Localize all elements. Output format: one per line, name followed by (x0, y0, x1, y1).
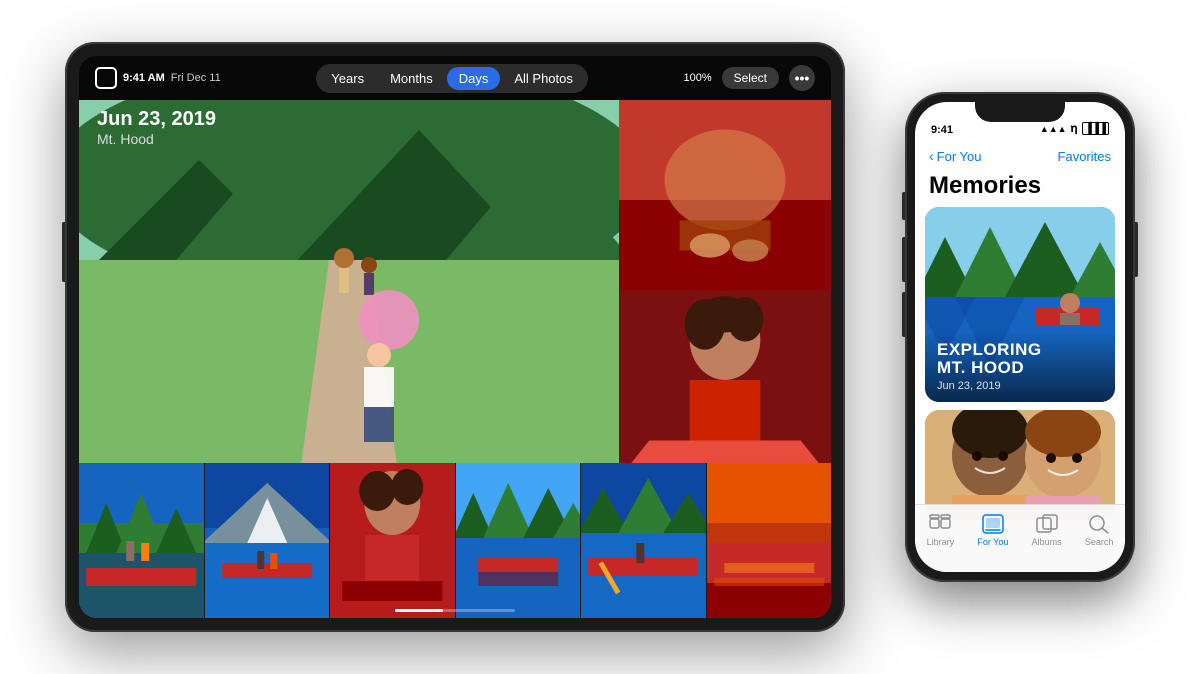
ipad-nav-tabs: Years Months Days All Photos (316, 64, 588, 93)
ipad-date-label: Jun 23, 2019 Mt. Hood (97, 108, 216, 147)
photo-hands[interactable] (619, 100, 831, 290)
ipad-device: 9:41 AM Fri Dec 11 Years Months Days All… (65, 42, 845, 632)
ipad-body: 9:41 AM Fri Dec 11 Years Months Days All… (65, 42, 845, 632)
ipad-screen: 9:41 AM Fri Dec 11 Years Months Days All… (79, 56, 831, 618)
photo-trail[interactable] (79, 100, 619, 480)
iphone-silent-button (902, 192, 905, 220)
ipad-status-right: 100% Select ••• (683, 65, 815, 91)
tab-search[interactable]: Search (1085, 513, 1114, 547)
scene: 9:41 AM Fri Dec 11 Years Months Days All… (0, 0, 1200, 674)
ipad-bottom-strip (79, 463, 831, 618)
iphone-status-icons: ▲▲▲ 𝛈 ▐▐▐ (1040, 121, 1109, 136)
bottom-photo-1[interactable] (79, 463, 205, 618)
iphone-title: Memories (929, 172, 1041, 200)
ipad-time: 9:41 AM (123, 72, 165, 84)
search-icon (1086, 513, 1112, 535)
ipad-date: Fri Dec 11 (171, 72, 221, 84)
ipad-photo-date: Jun 23, 2019 (97, 108, 216, 131)
battery-icon: ▐▐▐ (1082, 122, 1109, 135)
select-button[interactable]: Select (722, 67, 779, 89)
bottom-photo-6[interactable] (707, 463, 832, 618)
iphone-volume-down-button (902, 292, 905, 337)
tab-for-you-label: For You (977, 537, 1008, 547)
trail-scene-bg (79, 100, 619, 480)
tab-albums-label: Albums (1032, 537, 1062, 547)
library-icon (927, 513, 953, 535)
iphone-power-button (1135, 222, 1138, 277)
iphone-navbar: ‹ For You Favorites (915, 140, 1125, 172)
iphone-device: 9:41 ▲▲▲ 𝛈 ▐▐▐ ‹ For You Favorites (905, 92, 1135, 582)
favorites-button[interactable]: Favorites (1058, 149, 1111, 164)
tab-days[interactable]: Days (447, 67, 501, 90)
tab-all-photos[interactable]: All Photos (502, 67, 585, 90)
iphone-body: 9:41 ▲▲▲ 𝛈 ▐▐▐ ‹ For You Favorites (905, 92, 1135, 582)
memory-date: Jun 23, 2019 (937, 380, 1103, 392)
tab-search-label: Search (1085, 537, 1114, 547)
memory-card-1[interactable]: EXPLORINGMT. HOOD Jun 23, 2019 (925, 207, 1115, 402)
iphone-screen: 9:41 ▲▲▲ 𝛈 ▐▐▐ ‹ For You Favorites (915, 102, 1125, 572)
iphone-volume-up-button (902, 237, 905, 282)
memory-card-overlay: EXPLORINGMT. HOOD Jun 23, 2019 (925, 331, 1115, 402)
wifi-icon: 𝛈 (1071, 121, 1078, 136)
tab-years[interactable]: Years (319, 67, 376, 90)
tab-library-label: Library (927, 537, 955, 547)
ipad-photo-grid (79, 100, 831, 618)
tab-library[interactable]: Library (927, 513, 955, 547)
tab-months[interactable]: Months (378, 67, 445, 90)
albums-icon (1034, 513, 1060, 535)
tab-albums[interactable]: Albums (1032, 513, 1062, 547)
signal-icon: ▲▲▲ (1040, 124, 1067, 134)
photo-person-red[interactable] (619, 290, 831, 480)
ipad-side-button (62, 222, 65, 282)
iphone-tabbar: Library For You (915, 504, 1125, 572)
ipad-battery: 100% (683, 72, 711, 84)
bottom-photo-3[interactable] (330, 463, 456, 618)
iphone-notch (975, 102, 1065, 122)
back-for-you-button[interactable]: ‹ For You (929, 148, 982, 164)
ipad-location: Mt. Hood (97, 131, 216, 147)
ipad-progress-fill (395, 609, 443, 612)
ipad-status-left: 9:41 AM Fri Dec 11 (95, 67, 221, 89)
chevron-left-icon: ‹ (929, 148, 934, 164)
ipad-home-icon (95, 67, 117, 89)
back-label: For You (937, 149, 982, 164)
ipad-progress-bar (395, 609, 515, 612)
bottom-photo-2[interactable] (205, 463, 331, 618)
for-you-icon (980, 513, 1006, 535)
bottom-photo-5[interactable] (581, 463, 707, 618)
ipad-topbar: 9:41 AM Fri Dec 11 Years Months Days All… (79, 56, 831, 100)
more-button[interactable]: ••• (789, 65, 815, 91)
iphone-time: 9:41 (931, 124, 953, 136)
bottom-photo-4[interactable] (456, 463, 582, 618)
memory-title: EXPLORINGMT. HOOD (937, 341, 1103, 378)
tab-for-you[interactable]: For You (977, 513, 1008, 547)
